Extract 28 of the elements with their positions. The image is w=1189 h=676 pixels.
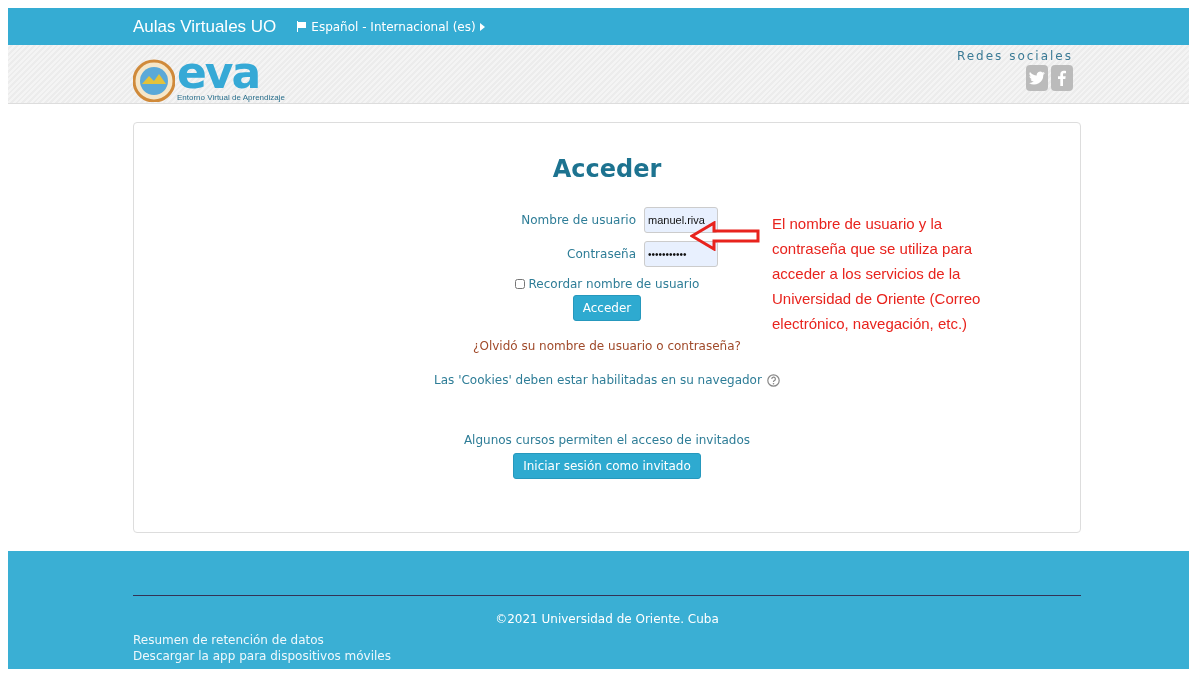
field-label: Contraseña [566, 247, 636, 261]
annotation-text: El nombre de usuario y la contraseña que se utiliza para acceder a los servicios de la Universidad de Oriente (Correo electrónico, navegación, etc.) [772, 214, 982, 334]
logo-tagline: Entorno Virtual de Aprendizaje [177, 93, 285, 102]
footer-link[interactable]: Descargar la app para dispositivos móviles [133, 648, 1081, 664]
footer-link[interactable]: Resumen de retención de datos [133, 632, 1081, 648]
copyright-text: ©2021 Universidad de Oriente. Cuba [494, 612, 720, 626]
remember-label: Recordar nombre de usuario [528, 277, 700, 291]
social-title: Redes sociales [956, 49, 1073, 63]
guest-note: Algunos cursos permiten el acceso de invitados [463, 433, 751, 447]
forgot-link[interactable]: ¿Olvidó su nombre de usuario o contraseña? [473, 339, 741, 353]
login-button[interactable]: Acceder [572, 295, 642, 321]
help-icon[interactable] [766, 373, 780, 387]
twitter-button[interactable] [1026, 65, 1048, 91]
field-label: Nombre de usuario [520, 213, 636, 227]
password-field[interactable]: ••••••••••• [644, 241, 718, 267]
language-menu[interactable]: Español - Internacional (es) [296, 19, 485, 34]
login-title: Acceder [552, 155, 662, 183]
flag-icon [296, 21, 308, 32]
bird-icon [1029, 71, 1045, 85]
facebook-button[interactable] [1051, 65, 1073, 91]
letter-f-icon [1058, 70, 1066, 86]
username-field[interactable]: manuel.riva [644, 207, 718, 233]
logo-text: eva [177, 53, 260, 93]
guest-login-button[interactable]: Iniciar sesión como invitado [513, 453, 701, 479]
cookies-text: Las 'Cookies' deben estar habilitadas en su navegador [434, 373, 762, 387]
remember-checkbox[interactable] [514, 279, 525, 289]
caret-icon [479, 22, 485, 31]
site-name[interactable]: Aulas Virtuales UO [133, 16, 277, 37]
